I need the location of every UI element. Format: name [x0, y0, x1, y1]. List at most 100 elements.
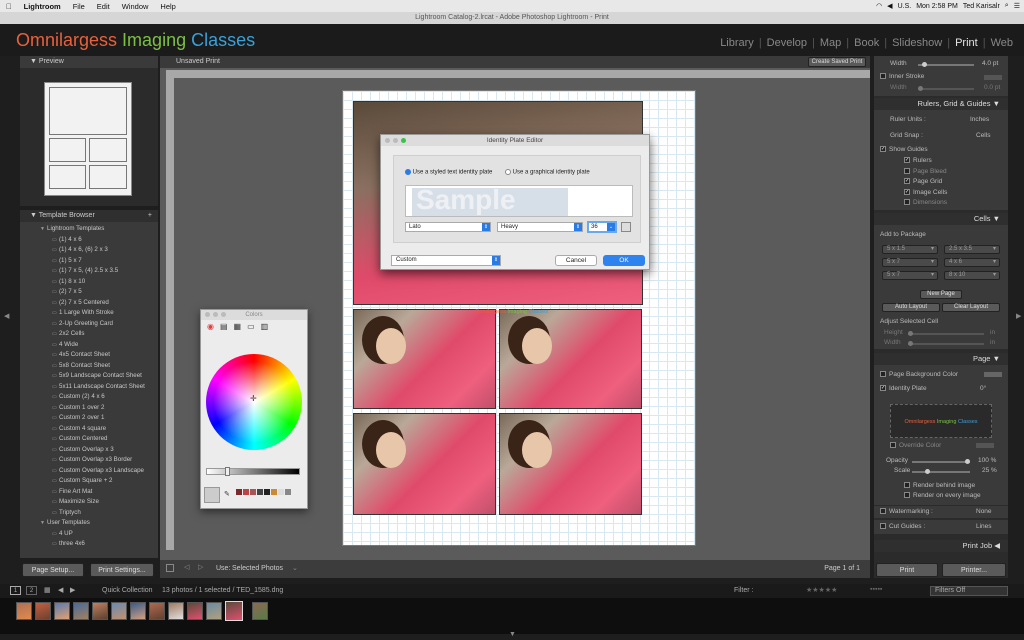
template-item[interactable]: ▭ (2) 7 x 5 Centered	[40, 298, 158, 309]
user-name[interactable]: Ted Karisalr	[963, 3, 1000, 10]
slider-knob[interactable]	[922, 62, 927, 67]
menu-window[interactable]: Window	[116, 2, 155, 11]
styled-text-option[interactable]: Use a styled text identity plate	[405, 169, 492, 176]
identity-plate-angle[interactable]: 0°	[980, 385, 986, 392]
module-library[interactable]: Library	[715, 37, 759, 49]
template-item[interactable]: ▭ Custom 4 square	[40, 424, 158, 435]
template-item[interactable]: ▭ 4 UP	[40, 529, 158, 540]
forward-arrow-icon[interactable]: ▶	[70, 586, 75, 594]
filmstrip-thumbnail[interactable]	[35, 602, 51, 620]
template-item[interactable]: ▭ 1 Large With Stroke	[40, 308, 158, 319]
cut-guides-checkbox[interactable]: Cut Guides :	[880, 523, 925, 530]
template-item[interactable]: ▭ Custom 2 over 1	[40, 413, 158, 424]
template-item[interactable]: ▭ three 4x6	[40, 539, 158, 550]
grid-snap-select[interactable]: Cells	[976, 132, 990, 139]
module-map[interactable]: Map	[815, 37, 846, 49]
filmstrip-thumbnail[interactable]	[252, 602, 268, 620]
page-identity-plate[interactable]: Omnilargess Imaging Classes	[475, 309, 548, 315]
add-cell-button[interactable]: 5 x 1.5 ▾	[882, 245, 938, 254]
volume-icon[interactable]: ◀	[887, 2, 892, 10]
folder-lightroom-templates[interactable]: ▼ Lightroom Templates	[40, 224, 158, 235]
inner-stroke-color-swatch[interactable]	[984, 75, 1002, 80]
print-button[interactable]: Print	[876, 563, 938, 577]
guide-checkbox[interactable]: ✓ Image Cells	[904, 189, 947, 196]
cell-height-slider[interactable]	[908, 331, 984, 336]
source-label[interactable]: Quick Collection	[102, 587, 153, 594]
inner-stroke-checkbox[interactable]: Inner Stroke	[880, 73, 924, 80]
brightness-slider[interactable]	[206, 467, 300, 476]
identity-plate-checkbox[interactable]: ✓ Identity Plate	[880, 385, 927, 392]
rulers-grid-guides-header[interactable]: Rulers, Grid & Guides ▼	[874, 98, 1008, 110]
swatch[interactable]	[278, 489, 284, 495]
module-book[interactable]: Book	[849, 37, 884, 49]
zoom-dot-icon[interactable]	[221, 312, 226, 317]
template-item[interactable]: ▭ 2x2 Cells	[40, 329, 158, 340]
ruler-units-select[interactable]: Inches	[970, 116, 989, 123]
border-width-slider[interactable]	[918, 62, 974, 67]
folder-user-templates[interactable]: ▼ User Templates	[40, 518, 158, 529]
cell-width-slider[interactable]	[908, 341, 984, 346]
image-cell[interactable]	[353, 413, 496, 515]
swatch[interactable]	[257, 489, 263, 495]
filters-select[interactable]: Filters Off	[930, 586, 1008, 596]
menu-help[interactable]: Help	[154, 2, 181, 11]
grid-view-icon[interactable]: ▦	[44, 586, 51, 594]
opacity-slider[interactable]	[912, 459, 970, 464]
template-item[interactable]: ▭ Custom Overlap x 3	[40, 445, 158, 456]
render-every-checkbox[interactable]: Render on every image	[904, 492, 981, 499]
template-item[interactable]: ▭ 5x11 Landscape Contact Sheet	[40, 382, 158, 393]
color-wheel-tab-icon[interactable]: ◉	[207, 322, 214, 331]
guide-checkbox[interactable]: ✓ Page Grid	[904, 178, 942, 185]
use-select[interactable]: Selected Photos	[232, 565, 283, 572]
template-item[interactable]: ▭ 5x9 Landscape Contact Sheet	[40, 371, 158, 382]
guide-checkbox[interactable]: Page Bleed	[904, 168, 947, 175]
template-item[interactable]: ▭ 2-Up Greeting Card	[40, 319, 158, 330]
right-panel-toggle-icon[interactable]: ▶	[1016, 312, 1021, 320]
search-icon[interactable]: ⌕	[1005, 2, 1009, 10]
image-palettes-tab-icon[interactable]: ▭	[247, 322, 255, 331]
template-item[interactable]: ▭ (1) 5 x 7	[40, 256, 158, 267]
ok-button[interactable]: OK	[603, 255, 645, 266]
template-item[interactable]: ▭ 5x8 Contact Sheet	[40, 361, 158, 372]
identity-text-area[interactable]: Sample	[405, 184, 633, 217]
template-item[interactable]: ▭ (2) 7 x 5	[40, 287, 158, 298]
left-panel-toggle-icon[interactable]: ◀	[4, 312, 9, 320]
rating-filter-stars[interactable]: ★★★★★	[806, 586, 837, 594]
module-print[interactable]: Print	[950, 37, 983, 49]
list-icon[interactable]: ☰	[1014, 2, 1020, 10]
slider-knob[interactable]	[918, 86, 923, 91]
font-size-combo[interactable]: 36 ⌄	[587, 221, 617, 233]
override-color-swatch[interactable]	[976, 443, 994, 448]
template-item[interactable]: ▭ Custom Square + 2	[40, 476, 158, 487]
wifi-icon[interactable]: ◠	[876, 2, 882, 10]
template-browser-header[interactable]: ▼ Template Browser +	[20, 210, 158, 222]
filmstrip-thumbnail[interactable]	[168, 602, 184, 620]
template-item[interactable]: ▭ (1) 4 x 6	[40, 235, 158, 246]
filmstrip-thumbnail[interactable]	[149, 602, 165, 620]
filmstrip-thumbnail[interactable]	[130, 602, 146, 620]
template-item[interactable]: ▭ (1) 4 x 6, (6) 2 x 3	[40, 245, 158, 256]
image-cell[interactable]	[499, 413, 642, 515]
scale-slider[interactable]	[912, 469, 970, 474]
font-family-select[interactable]: Lato ⇕	[405, 222, 491, 232]
brightness-knob[interactable]	[225, 467, 230, 476]
override-color-checkbox[interactable]: Override Color	[890, 442, 941, 449]
graphical-option[interactable]: Use a graphical identity plate	[505, 169, 590, 176]
add-cell-button[interactable]: 2.5 x 3.5 ▾	[944, 245, 1000, 254]
render-behind-checkbox[interactable]: Render behind image	[904, 482, 975, 489]
minimize-dot-icon[interactable]	[213, 312, 218, 317]
dialog-titlebar[interactable]: Identity Plate Editor	[381, 135, 649, 146]
font-style-select[interactable]: Heavy ⇕	[497, 222, 583, 232]
module-web[interactable]: Web	[986, 37, 1018, 49]
template-item[interactable]: ▭ Custom Overlap x3 Landscape	[40, 466, 158, 477]
menu-edit[interactable]: Edit	[91, 2, 116, 11]
image-cell[interactable]	[499, 309, 642, 409]
sliders-tab-icon[interactable]: ▤	[220, 322, 228, 331]
zoom-dot-icon[interactable]	[401, 138, 406, 143]
show-guides-checkbox[interactable]: ✓ Show Guides	[880, 146, 928, 153]
filmstrip-thumbnail[interactable]	[206, 602, 222, 620]
watermarking-checkbox[interactable]: Watermarking :	[880, 508, 933, 515]
watermarking-select[interactable]: None	[976, 508, 992, 515]
template-item[interactable]: ▭ Fine Art Mat	[40, 487, 158, 498]
filmstrip-thumbnail[interactable]	[73, 602, 89, 620]
